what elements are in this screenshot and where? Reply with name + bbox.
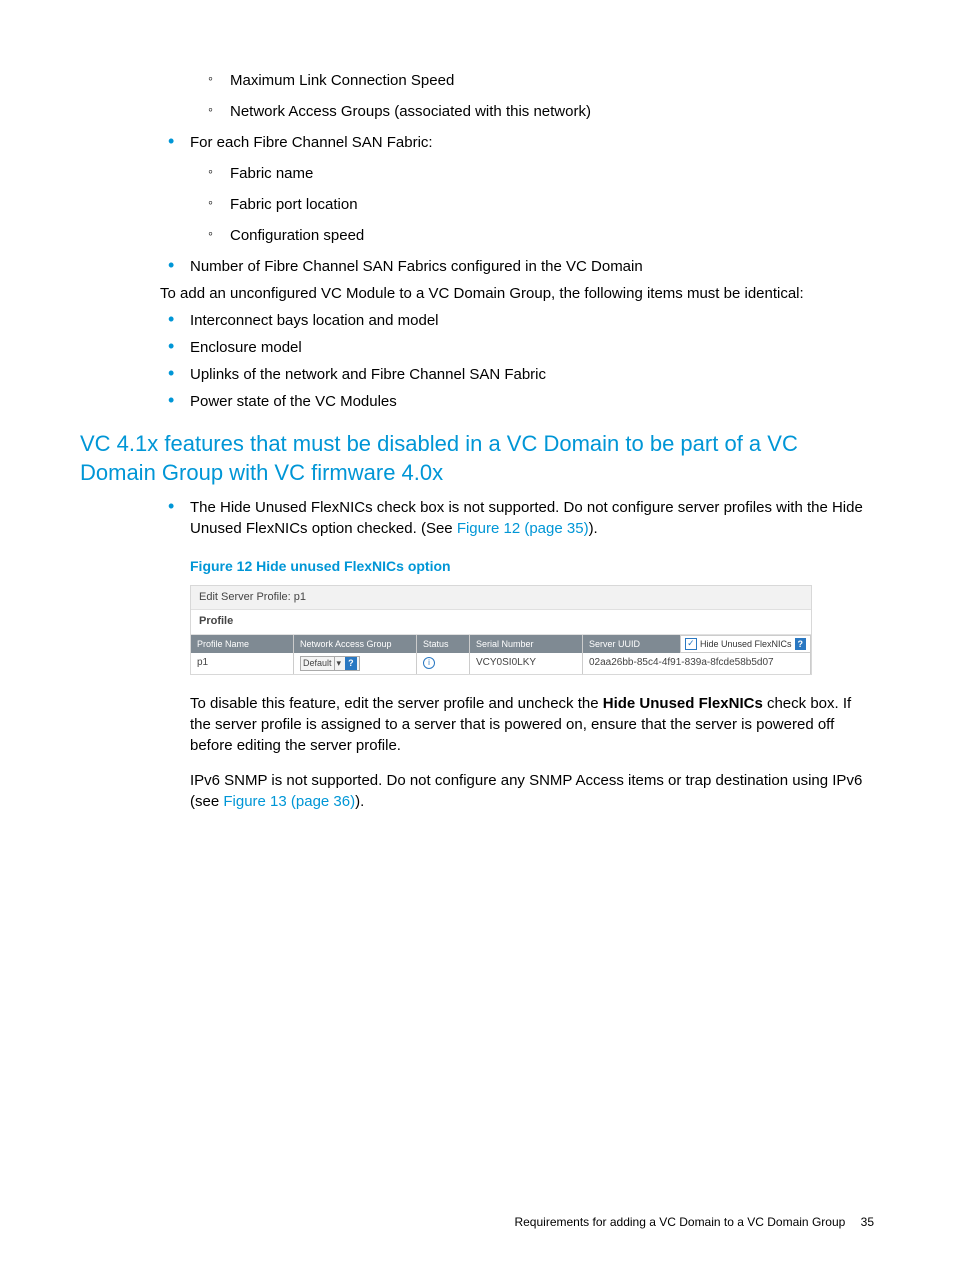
list-item: Network Access Groups (associated with t… xyxy=(230,101,874,122)
nag-value: Default xyxy=(303,657,332,670)
cell-status: i xyxy=(417,653,470,674)
edit-value: p1 xyxy=(294,591,306,603)
hide-unused-flexnics-checkbox[interactable]: ✓ xyxy=(685,638,697,650)
figure-12-link[interactable]: Figure 12 (page 35) xyxy=(457,520,589,537)
figure-caption: Figure 12 Hide unused FlexNICs option xyxy=(190,557,874,577)
list-item: Number of Fibre Channel SAN Fabrics conf… xyxy=(190,256,874,277)
text: ). xyxy=(589,520,598,537)
top-list: Maximum Link Connection Speed Network Ac… xyxy=(80,70,874,277)
figure-12: Edit Server Profile: p1 Profile Profile … xyxy=(190,585,812,675)
help-icon[interactable]: ? xyxy=(345,657,357,670)
text: ). xyxy=(355,793,364,810)
footer-text: Requirements for adding a VC Domain to a… xyxy=(514,1215,845,1229)
list-item: Power state of the VC Modules xyxy=(190,391,874,412)
cell-server-uuid: 02aa26bb-85c4-4f91-839a-8fcde58b5d07 xyxy=(583,653,811,674)
profile-tab: Profile xyxy=(191,610,811,634)
section-heading: VC 4.1x features that must be disabled i… xyxy=(80,430,874,487)
list-item: The Hide Unused FlexNICs check box is no… xyxy=(190,497,874,756)
top-sublist: Maximum Link Connection Speed Network Ac… xyxy=(190,70,874,122)
hide-unused-flexnics-label: Hide Unused FlexNICs xyxy=(700,638,792,651)
cell-serial-number: VCY0SI0LKY xyxy=(470,653,583,674)
edit-server-profile-bar: Edit Server Profile: p1 xyxy=(191,586,811,610)
list-item: Enclosure model xyxy=(190,337,874,358)
page-number: 35 xyxy=(861,1215,874,1229)
info-icon: i xyxy=(423,657,435,669)
list-item: Fabric name xyxy=(230,163,874,184)
list-item: Maximum Link Connection Speed xyxy=(230,70,874,91)
edit-label: Edit Server Profile: xyxy=(199,591,291,603)
table-row: p1 Default ▾ ? i VCY0SI0LKY 02aa xyxy=(191,653,811,674)
list-item: For each Fibre Channel SAN Fabric: Fabri… xyxy=(190,132,874,246)
list-item: IPv6 SNMP is not supported. Do not confi… xyxy=(190,770,874,812)
col-status: Status xyxy=(417,635,470,654)
paragraph: To disable this feature, edit the server… xyxy=(190,693,874,756)
list-item: Uplinks of the network and Fibre Channel… xyxy=(190,364,874,385)
figure-13-link[interactable]: Figure 13 (page 36) xyxy=(223,793,355,810)
col-serial-number: Serial Number xyxy=(470,635,583,654)
identical-list: Interconnect bays location and model Enc… xyxy=(80,310,874,412)
cell-profile-name: p1 xyxy=(191,653,294,674)
text: To disable this feature, edit the server… xyxy=(190,695,603,712)
paragraph: To add an unconfigured VC Module to a VC… xyxy=(160,283,874,304)
feature-list: The Hide Unused FlexNICs check box is no… xyxy=(80,497,874,812)
list-item: Configuration speed xyxy=(230,225,874,246)
bold-text: Hide Unused FlexNICs xyxy=(603,695,763,712)
hide-unused-flexnics-box: ✓ Hide Unused FlexNICs ? xyxy=(680,635,811,654)
list-item: Fabric port location xyxy=(230,194,874,215)
cell-network-access-group: Default ▾ ? xyxy=(294,653,417,674)
col-profile-name: Profile Name xyxy=(191,635,294,654)
help-icon[interactable]: ? xyxy=(795,638,807,651)
fc-sublist: Fabric name Fabric port location Configu… xyxy=(190,163,874,246)
chevron-down-icon: ▾ xyxy=(334,657,344,670)
list-item-text: For each Fibre Channel SAN Fabric: xyxy=(190,134,433,151)
col-network-access-group: Network Access Group xyxy=(294,635,417,654)
nag-dropdown[interactable]: Default ▾ ? xyxy=(300,656,360,671)
page-footer: Requirements for adding a VC Domain to a… xyxy=(514,1214,874,1231)
list-item: Interconnect bays location and model xyxy=(190,310,874,331)
